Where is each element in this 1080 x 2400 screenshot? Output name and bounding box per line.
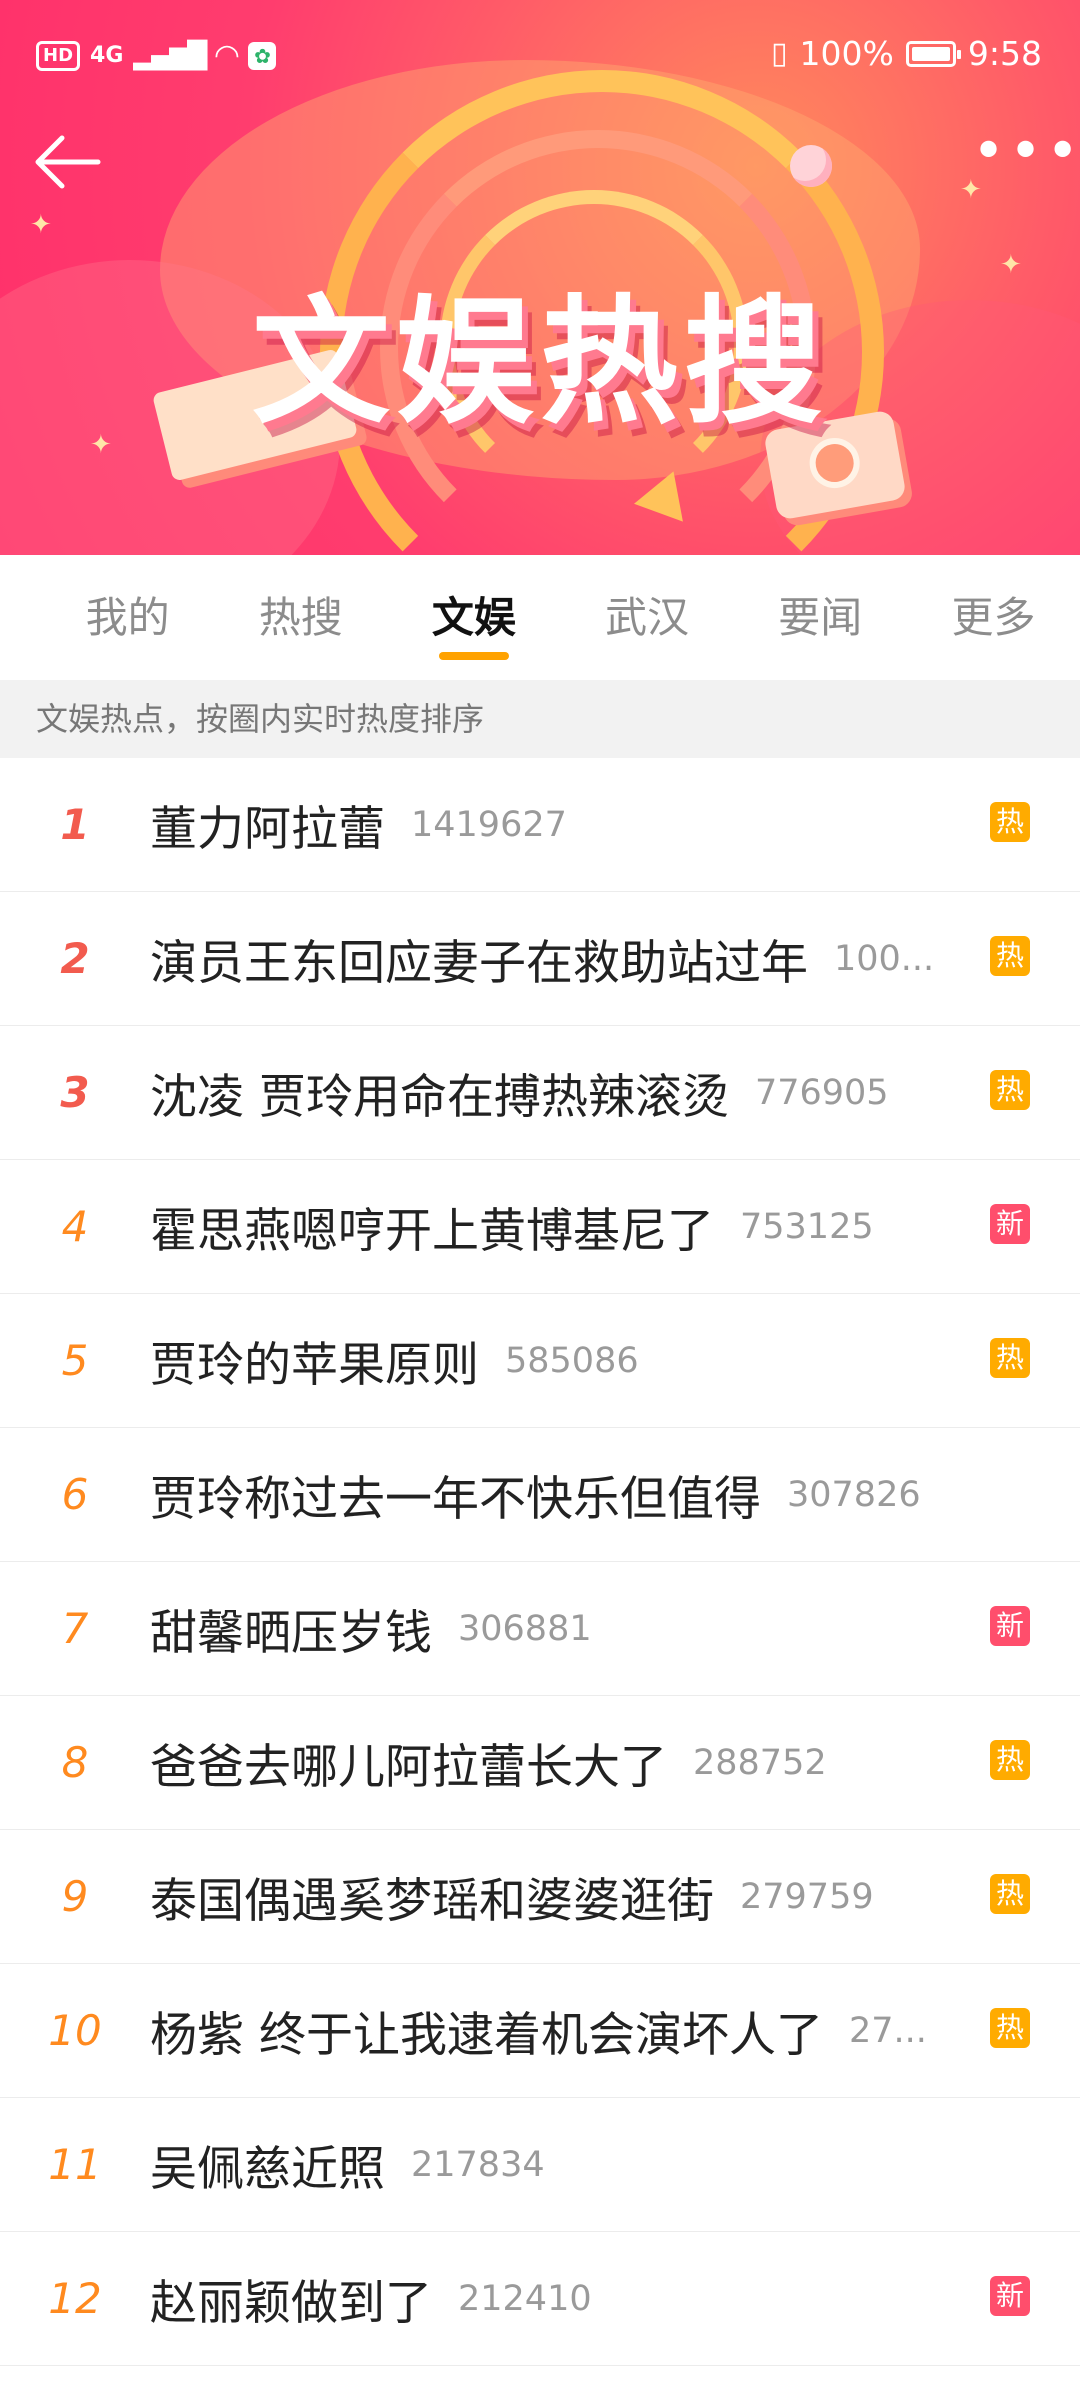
rank-number: 9: [61, 1872, 89, 1921]
rank-number: 5: [61, 1336, 89, 1385]
topic-title: 泰国偶遇奚梦瑶和婆婆逛街: [150, 1874, 714, 1929]
status-bar: HD 4G ▂▄▆█ ◠ ✿ ▯ 100% 9:58: [0, 0, 1080, 110]
topic-title: 杨紫 终于让我逮着机会演坏人了: [150, 2008, 823, 2063]
hot-badge: 热: [990, 936, 1030, 976]
topic-title: 吴佩慈近照: [150, 2142, 385, 2197]
heat-count: 27...: [848, 2010, 927, 2051]
rank-number: 2: [60, 934, 90, 983]
list-subtitle: 文娱热点，按圈内实时热度排序: [0, 680, 1080, 758]
list-item[interactable]: 6 贾玲称过去一年不快乐但值得 307826: [0, 1428, 1080, 1562]
hot-badge: 热: [990, 802, 1030, 842]
topic-title: 演员王东回应妻子在救助站过年: [150, 936, 808, 991]
tab-news[interactable]: 要闻: [734, 555, 907, 680]
rank-number: 7: [61, 1604, 89, 1653]
new-badge: 新: [990, 2276, 1030, 2316]
wifi-icon: ◠: [215, 38, 239, 73]
hd-indicator: HD: [36, 40, 81, 71]
rank-number: 3: [60, 1068, 90, 1117]
list-item[interactable]: 12 赵丽颖做到了 212410 新: [0, 2232, 1080, 2366]
rank-number: 4: [61, 1202, 89, 1251]
rank-number: 1: [60, 800, 90, 849]
rank-number: 8: [61, 1738, 89, 1787]
topic-title: 赵丽颖做到了: [150, 2276, 432, 2331]
hot-badge: 热: [990, 1740, 1030, 1780]
heat-count: 288752: [693, 1742, 827, 1783]
list-item[interactable]: 4 霍思燕嗯哼开上黄博基尼了 753125 新: [0, 1160, 1080, 1294]
list-item[interactable]: 10 杨紫 终于让我逮着机会演坏人了 27... 热: [0, 1964, 1080, 2098]
more-button[interactable]: •••: [972, 124, 1079, 192]
list-item[interactable]: 11 吴佩慈近照 217834: [0, 2098, 1080, 2232]
topic-title: 董力阿拉蕾: [150, 802, 385, 857]
signal-icon: ▂▄▆█: [133, 40, 207, 71]
banner-title: 文娱热搜: [251, 282, 828, 443]
list-item[interactable]: 7 甜馨晒压岁钱 306881 新: [0, 1562, 1080, 1696]
hot-search-list: 1 董力阿拉蕾 1419627 热 2 演员王东回应妻子在救助站过年 100..…: [0, 758, 1080, 2366]
heat-count: 212410: [458, 2278, 592, 2319]
topic-title: 爸爸去哪儿阿拉蕾长大了: [150, 1740, 667, 1795]
list-item[interactable]: 1 董力阿拉蕾 1419627 热: [0, 758, 1080, 892]
heat-count: 100...: [834, 938, 935, 979]
tab-mine[interactable]: 我的: [41, 555, 214, 680]
planet-icon: [790, 145, 832, 187]
rank-number: 11: [48, 2140, 102, 2189]
topic-title: 贾玲称过去一年不快乐但值得: [150, 1472, 761, 1527]
heat-count: 753125: [740, 1206, 874, 1247]
topic-title: 沈凌 贾玲用命在搏热辣滚烫: [150, 1070, 729, 1125]
rank-number: 12: [48, 2274, 102, 2323]
list-item[interactable]: 3 沈凌 贾玲用命在搏热辣滚烫 776905 热: [0, 1026, 1080, 1160]
list-item[interactable]: 8 爸爸去哪儿阿拉蕾长大了 288752 热: [0, 1696, 1080, 1830]
tab-hot-search[interactable]: 热搜: [214, 555, 387, 680]
rank-number: 6: [61, 1470, 89, 1519]
more-dots-icon: •••: [972, 119, 1080, 184]
tab-wuhan[interactable]: 武汉: [561, 555, 734, 680]
topic-title: 霍思燕嗯哼开上黄博基尼了: [150, 1204, 714, 1259]
list-item[interactable]: 9 泰国偶遇奚梦瑶和婆婆逛街 279759 热: [0, 1830, 1080, 1964]
tab-entertainment[interactable]: 文娱: [387, 555, 560, 680]
battery-icon: [905, 40, 961, 67]
back-button[interactable]: [28, 122, 108, 202]
new-badge: 新: [990, 1204, 1030, 1244]
heat-count: 776905: [754, 1072, 889, 1113]
heat-count: 585086: [505, 1340, 639, 1381]
heat-count: 279759: [740, 1876, 874, 1917]
app-notification-icon: ✿: [248, 41, 277, 70]
heat-count: 306881: [458, 1608, 592, 1649]
category-tabs: 我的 热搜 文娱 武汉 要闻 更多: [0, 555, 1080, 680]
rank-number: 10: [48, 2006, 102, 2055]
back-arrow-icon: [35, 135, 101, 189]
sparkle-icon: ✦: [30, 210, 52, 240]
tab-more[interactable]: 更多: [907, 555, 1080, 680]
hot-badge: 热: [990, 1338, 1030, 1378]
heat-count: 217834: [411, 2144, 545, 2185]
battery-percent: 100%: [799, 34, 894, 73]
clock: 9:58: [967, 34, 1042, 73]
heat-count: 1419627: [411, 804, 567, 845]
hot-badge: 热: [990, 1070, 1030, 1110]
network-type: 4G: [90, 43, 124, 68]
list-item[interactable]: 2 演员王东回应妻子在救助站过年 100... 热: [0, 892, 1080, 1026]
topic-title: 贾玲的苹果原则: [150, 1338, 479, 1393]
hot-badge: 热: [990, 2008, 1030, 2048]
hot-badge: 热: [990, 1874, 1030, 1914]
list-item[interactable]: 5 贾玲的苹果原则 585086 热: [0, 1294, 1080, 1428]
topic-title: 甜馨晒压岁钱: [150, 1606, 432, 1661]
heat-count: 307826: [787, 1474, 921, 1515]
vibrate-icon: ▯: [771, 36, 788, 71]
new-badge: 新: [990, 1606, 1030, 1646]
